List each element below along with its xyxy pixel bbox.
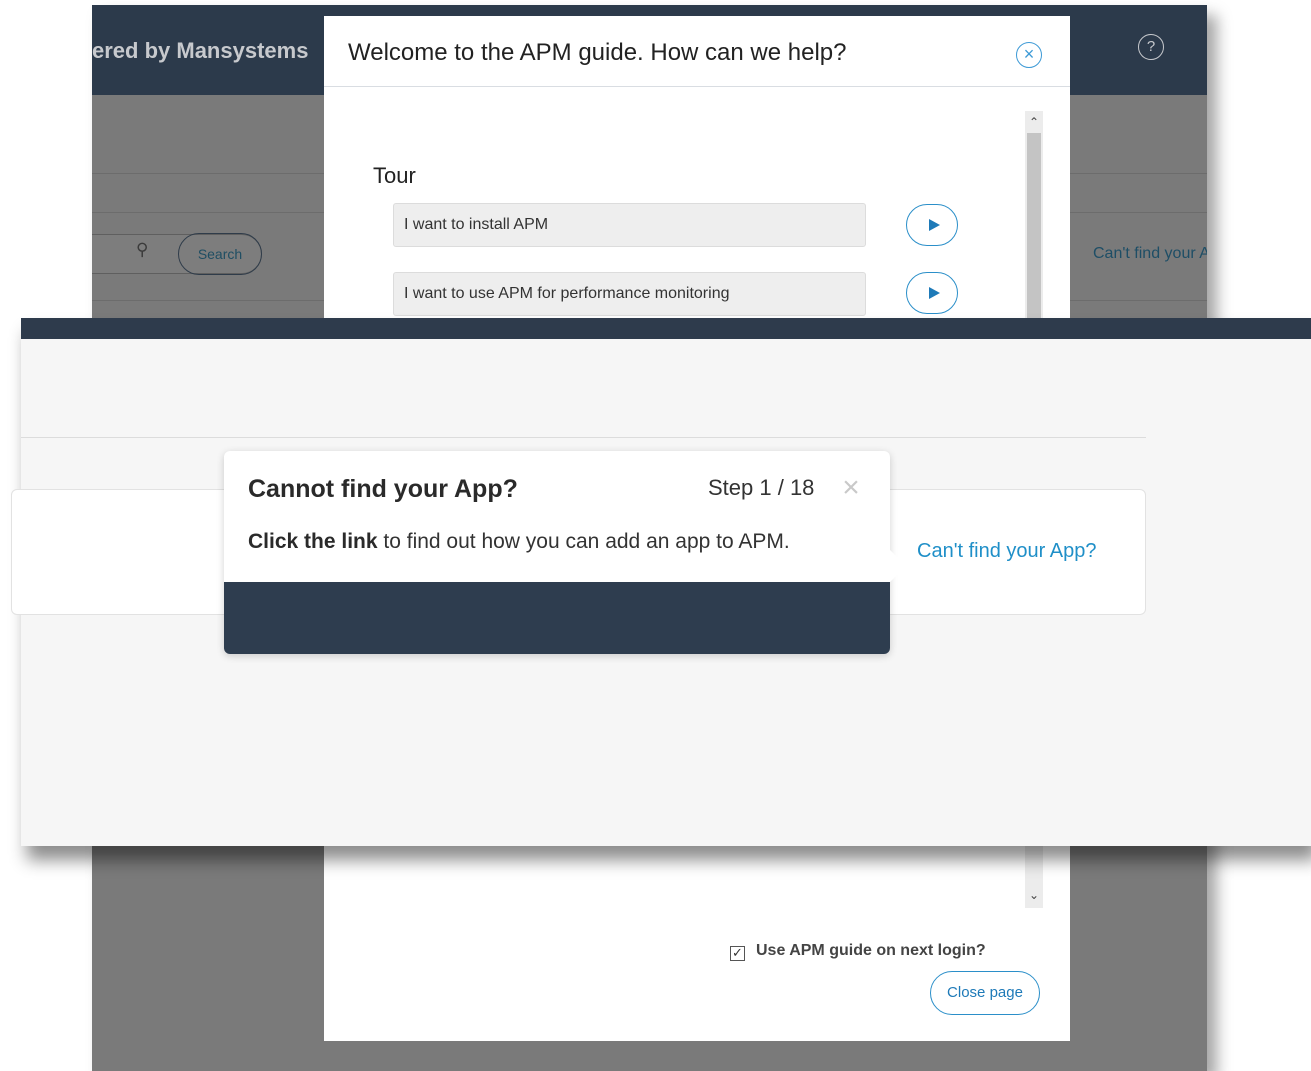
tour-item-install[interactable]: I want to install APM <box>393 203 866 247</box>
brand-text: ered by Mansystems <box>92 38 309 63</box>
tour-heading: Tour <box>373 163 416 188</box>
play-icon[interactable] <box>906 204 958 246</box>
stage: ered by Mansystems ? ⚲ Search Can't find… <box>0 0 1311 1071</box>
use-guide-checkbox-label: Use APM guide on next login? <box>756 942 986 959</box>
tour-item-performance-monitoring[interactable]: I want to use APM for performance monito… <box>393 272 866 316</box>
modal-header: Welcome to the APM guide. How can we hel… <box>324 16 1070 87</box>
logo: lix <box>1198 1065 1207 1071</box>
search-icon[interactable]: ⚲ <box>136 240 156 260</box>
close-page-button[interactable]: Close page <box>930 971 1040 1015</box>
popover-body-bold: Click the link <box>248 530 378 553</box>
popover-body: Click the link to find out how you can a… <box>248 530 790 554</box>
popover-title: Cannot find your App? <box>248 475 518 503</box>
popover-body-text: to find out how you can add an app to AP… <box>377 530 790 553</box>
popover-footer <box>224 582 890 654</box>
use-guide-checkbox[interactable]: ✓ <box>730 946 745 961</box>
step-counter: Step 1 / 18 <box>708 475 815 500</box>
modal-title: Welcome to the APM guide. How can we hel… <box>348 39 847 66</box>
close-icon[interactable]: × <box>838 473 864 503</box>
chevron-down-icon[interactable]: ⌄ <box>1025 884 1043 906</box>
question-circle-icon[interactable]: ? <box>1138 34 1164 60</box>
chevron-up-icon[interactable]: ⌃ <box>1025 111 1043 133</box>
cant-find-app-link[interactable]: Can't find your A <box>1093 245 1207 263</box>
close-circle-icon[interactable]: × <box>1016 42 1042 68</box>
foreground-topbar <box>21 318 1311 339</box>
foreground-screenshot: Can't find your App? Cannot find your Ap… <box>11 318 1311 846</box>
divider <box>21 437 1146 438</box>
play-icon[interactable] <box>906 272 958 314</box>
tour-popover: Cannot find your App? Step 1 / 18 × Clic… <box>224 451 906 654</box>
search-button[interactable]: Search <box>178 233 262 275</box>
cant-find-app-link[interactable]: Can't find your App? <box>917 540 1097 563</box>
